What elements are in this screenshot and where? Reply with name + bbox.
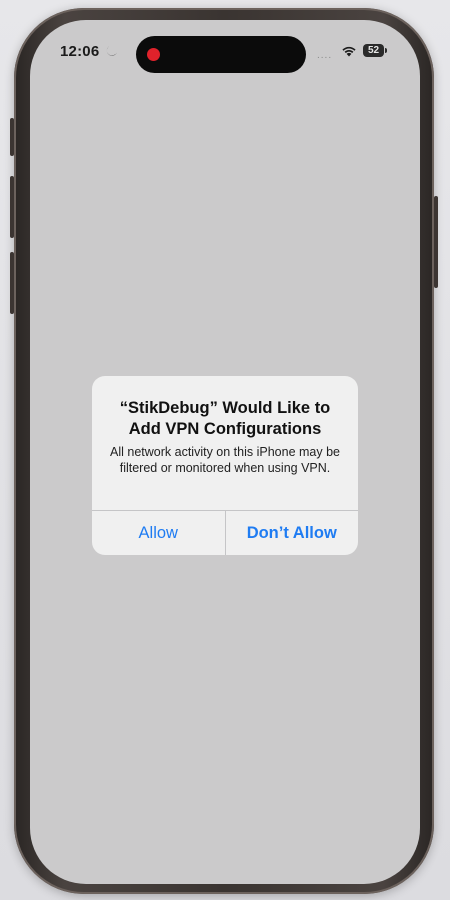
dynamic-island <box>136 36 306 73</box>
battery-cap <box>385 48 387 53</box>
side-button-left-3 <box>10 252 14 314</box>
battery-level: 52 <box>367 45 380 56</box>
vpn-permission-alert: “StikDebug” Would Like to Add VPN Config… <box>92 376 358 555</box>
allow-button[interactable]: Allow <box>92 511 225 555</box>
recording-dot-icon <box>147 48 160 61</box>
status-bar: 12:06 .... 52 <box>30 20 420 84</box>
alert-title: “StikDebug” Would Like to Add VPN Config… <box>119 399 331 438</box>
phone-screen: 12:06 .... 52 “StikDebug” Would Like to … <box>30 20 420 884</box>
cellular-signal-icon: .... <box>317 50 333 61</box>
alert-message: All network activity on this iPhone may … <box>110 445 340 475</box>
wifi-icon <box>342 46 356 57</box>
moon-icon <box>106 46 117 56</box>
side-button-right <box>434 196 438 288</box>
alert-actions: Allow Don’t Allow <box>92 510 358 555</box>
side-button-left-1 <box>10 118 14 156</box>
dont-allow-button[interactable]: Don’t Allow <box>226 511 359 555</box>
battery-icon: 52 <box>363 44 384 57</box>
status-time: 12:06 <box>60 43 100 60</box>
side-button-left-2 <box>10 176 14 238</box>
